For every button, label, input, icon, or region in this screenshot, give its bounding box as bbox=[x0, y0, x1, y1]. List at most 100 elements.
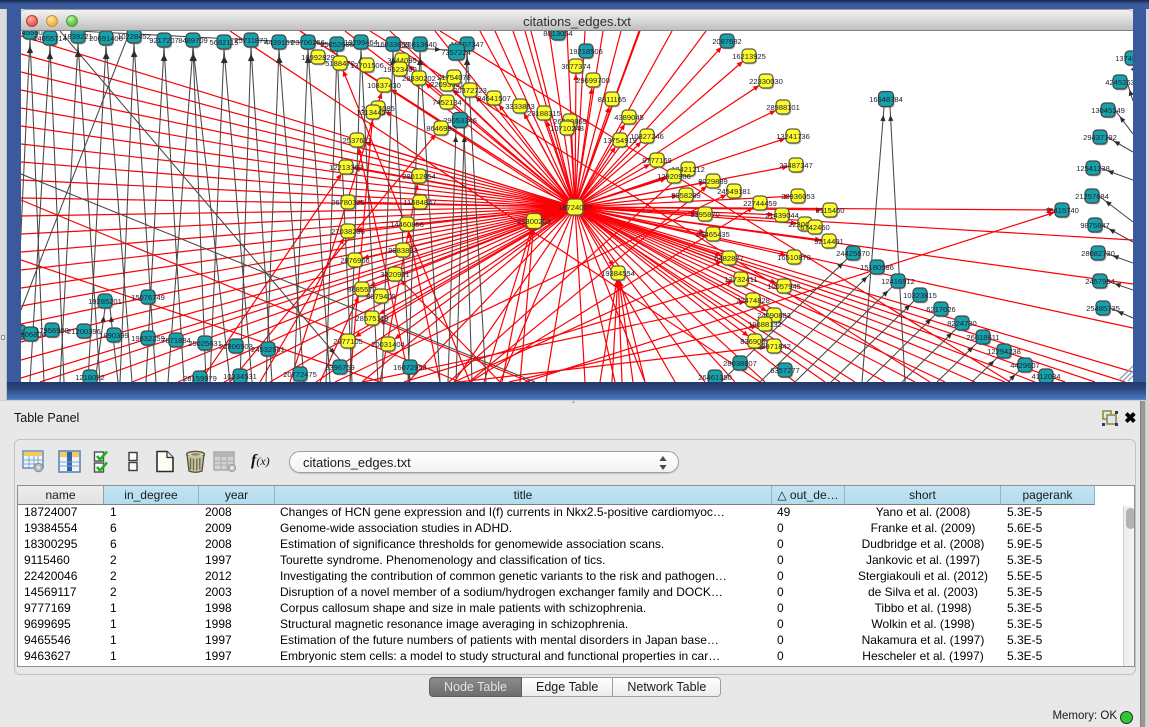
svg-text:12213363: 12213363 bbox=[329, 163, 363, 172]
svg-text:19688132: 19688132 bbox=[748, 320, 782, 329]
svg-text:28988101: 28988101 bbox=[766, 103, 800, 112]
svg-text:10710248: 10710248 bbox=[550, 124, 584, 133]
svg-text:12416912: 12416912 bbox=[881, 277, 915, 286]
svg-text:21200396: 21200396 bbox=[67, 327, 101, 336]
svg-text:10334531: 10334531 bbox=[223, 372, 257, 381]
svg-text:21257684: 21257684 bbox=[1075, 192, 1109, 201]
svg-text:28082730: 28082730 bbox=[1081, 249, 1115, 258]
svg-text:16072954: 16072954 bbox=[393, 363, 427, 372]
svg-text:6357277: 6357277 bbox=[770, 366, 800, 375]
svg-text:8079409: 8079409 bbox=[366, 292, 396, 301]
svg-text:21754078: 21754078 bbox=[437, 73, 471, 82]
svg-text:12294238: 12294238 bbox=[987, 347, 1021, 356]
svg-text:6217026: 6217026 bbox=[926, 305, 956, 314]
svg-text:28575119: 28575119 bbox=[355, 314, 388, 323]
svg-text:28038807: 28038807 bbox=[723, 359, 757, 368]
svg-text:13241736: 13241736 bbox=[776, 132, 810, 141]
svg-text:20031404: 20031404 bbox=[371, 340, 405, 349]
svg-text:16510878: 16510878 bbox=[777, 253, 811, 262]
svg-text:8489709: 8489709 bbox=[178, 36, 208, 45]
svg-text:19384554: 19384554 bbox=[601, 269, 635, 278]
svg-text:24425670: 24425670 bbox=[836, 249, 870, 258]
svg-text:9214491: 9214491 bbox=[814, 237, 844, 246]
svg-text:19218506: 19218506 bbox=[569, 47, 603, 56]
svg-text:12541238: 12541238 bbox=[1076, 164, 1110, 173]
svg-text:23971842: 23971842 bbox=[757, 342, 791, 351]
svg-text:19299464: 19299464 bbox=[344, 38, 378, 47]
svg-text:9217207: 9217207 bbox=[149, 36, 179, 45]
svg-text:2537611: 2537611 bbox=[343, 136, 372, 145]
svg-text:29699700: 29699700 bbox=[576, 76, 610, 85]
svg-text:16213925: 16213925 bbox=[732, 52, 766, 61]
svg-text:13732411: 13732411 bbox=[724, 275, 757, 284]
svg-text:19832259: 19832259 bbox=[131, 334, 165, 343]
svg-text:2077105: 2077105 bbox=[333, 337, 363, 346]
svg-text:10228452: 10228452 bbox=[117, 32, 151, 41]
svg-text:3395870: 3395870 bbox=[690, 210, 720, 219]
svg-text:15076749: 15076749 bbox=[131, 293, 165, 302]
svg-text:9983893: 9983893 bbox=[388, 246, 418, 255]
svg-text:4439167: 4439167 bbox=[264, 38, 294, 47]
svg-text:1218062: 1218062 bbox=[75, 373, 105, 382]
svg-text:1890399: 1890399 bbox=[99, 331, 129, 340]
svg-text:22474828: 22474828 bbox=[736, 296, 770, 305]
svg-text:25465435: 25465435 bbox=[696, 230, 730, 239]
svg-text:23936053: 23936053 bbox=[781, 192, 815, 201]
svg-text:3220921: 3220921 bbox=[380, 270, 410, 279]
svg-text:10327246: 10327246 bbox=[630, 132, 664, 141]
svg-text:2087682: 2087682 bbox=[712, 37, 742, 46]
svg-text:9115460: 9115460 bbox=[816, 206, 845, 215]
svg-text:7671884: 7671884 bbox=[161, 336, 191, 345]
svg-text:25711873: 25711873 bbox=[234, 36, 267, 45]
svg-text:26780325: 26780325 bbox=[331, 198, 365, 207]
svg-text:20772475: 20772475 bbox=[283, 370, 317, 379]
svg-text:9875847: 9875847 bbox=[1080, 221, 1110, 230]
svg-text:6742460: 6742460 bbox=[800, 223, 830, 232]
svg-text:22806503: 22806503 bbox=[219, 342, 253, 351]
svg-text:13134457: 13134457 bbox=[356, 108, 390, 117]
svg-text:16415740: 16415740 bbox=[1045, 206, 1079, 215]
svg-text:10323815: 10323815 bbox=[903, 291, 937, 300]
svg-text:25300203: 25300203 bbox=[517, 217, 551, 226]
svg-text:10057945: 10057945 bbox=[767, 282, 801, 291]
svg-text:14055714: 14055714 bbox=[33, 34, 67, 43]
svg-text:7452134: 7452134 bbox=[432, 98, 462, 107]
svg-text:28012854: 28012854 bbox=[402, 172, 436, 181]
svg-text:8646997: 8646997 bbox=[426, 124, 456, 133]
svg-text:19523409: 19523409 bbox=[383, 65, 417, 74]
svg-text:14460856: 14460856 bbox=[390, 220, 424, 229]
svg-text:11584847: 11584847 bbox=[403, 198, 436, 207]
svg-text:25485735: 25485735 bbox=[1086, 304, 1120, 313]
svg-text:4112034: 4112034 bbox=[1032, 372, 1061, 381]
svg-text:24532561: 24532561 bbox=[251, 345, 285, 354]
svg-text:9777169: 9777169 bbox=[642, 156, 672, 165]
svg-text:21439044: 21439044 bbox=[765, 211, 799, 220]
svg-text:13045349: 13045349 bbox=[1091, 106, 1125, 115]
svg-text:23487347: 23487347 bbox=[779, 161, 813, 170]
svg-text:8396759: 8396759 bbox=[325, 363, 355, 372]
svg-text:4429607: 4429607 bbox=[1010, 361, 1040, 370]
svg-text:22744459: 22744459 bbox=[743, 199, 777, 208]
svg-text:2457954: 2457954 bbox=[1085, 277, 1115, 286]
svg-text:3677374: 3677374 bbox=[561, 62, 591, 71]
svg-text:8224730: 8224730 bbox=[947, 319, 977, 328]
svg-text:8029889: 8029889 bbox=[698, 177, 728, 186]
svg-text:25025631: 25025631 bbox=[188, 339, 222, 348]
svg-text:26461350: 26461350 bbox=[698, 373, 732, 382]
svg-text:19285201: 19285201 bbox=[88, 297, 122, 306]
svg-text:4389045: 4389045 bbox=[614, 113, 644, 122]
svg-text:22330030: 22330030 bbox=[749, 77, 783, 86]
svg-text:27038236: 27038236 bbox=[331, 227, 365, 236]
svg-text:29437192: 29437192 bbox=[1083, 133, 1117, 142]
svg-text:8811165: 8811165 bbox=[598, 95, 626, 104]
svg-text:18724007: 18724007 bbox=[558, 203, 592, 212]
svg-text:13701506: 13701506 bbox=[350, 61, 384, 70]
svg-text:2876966: 2876966 bbox=[340, 256, 370, 265]
svg-text:12920906: 12920906 bbox=[657, 172, 691, 181]
svg-text:4245263: 4245263 bbox=[1105, 78, 1135, 87]
svg-text:17956909: 17956909 bbox=[35, 326, 69, 335]
svg-text:16648784: 16648784 bbox=[869, 95, 903, 104]
svg-text:9958289: 9958289 bbox=[671, 191, 701, 200]
svg-text:20813640: 20813640 bbox=[403, 40, 437, 49]
svg-text:15180586: 15180586 bbox=[860, 263, 894, 272]
